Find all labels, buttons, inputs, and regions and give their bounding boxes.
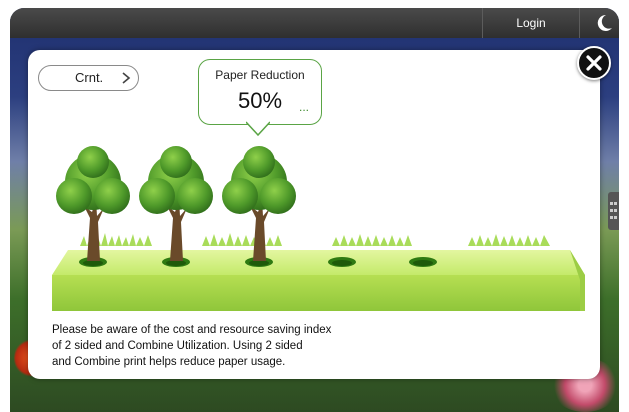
info-line: and Combine print helps reduce paper usa… (52, 356, 286, 368)
eco-tree-scene (52, 146, 585, 311)
info-text: Please be aware of the cost and resource… (52, 322, 372, 370)
grass-patches (80, 233, 550, 246)
info-line: of 2 sided and Combine Utilization. Usin… (52, 340, 303, 352)
side-panel-handle[interactable] (608, 192, 619, 230)
close-button[interactable] (577, 46, 611, 80)
current-button-label: Crnt. (75, 70, 104, 85)
moon-icon[interactable] (594, 13, 614, 33)
chevron-right-icon (122, 72, 131, 84)
login-button[interactable]: Login (482, 8, 580, 38)
close-icon (586, 55, 602, 71)
bubble-tail (246, 121, 270, 137)
platform-front (52, 275, 585, 311)
platform-top (52, 250, 585, 275)
top-bar: Login (10, 8, 619, 38)
info-line: Please be aware of the cost and resource… (52, 324, 332, 336)
current-button[interactable]: Crnt. (38, 65, 139, 91)
more-dots: ... (299, 100, 310, 114)
paper-reduction-indicator: Paper Reduction 50% ... (198, 59, 322, 125)
paper-reduction-title: Paper Reduction (215, 68, 305, 82)
